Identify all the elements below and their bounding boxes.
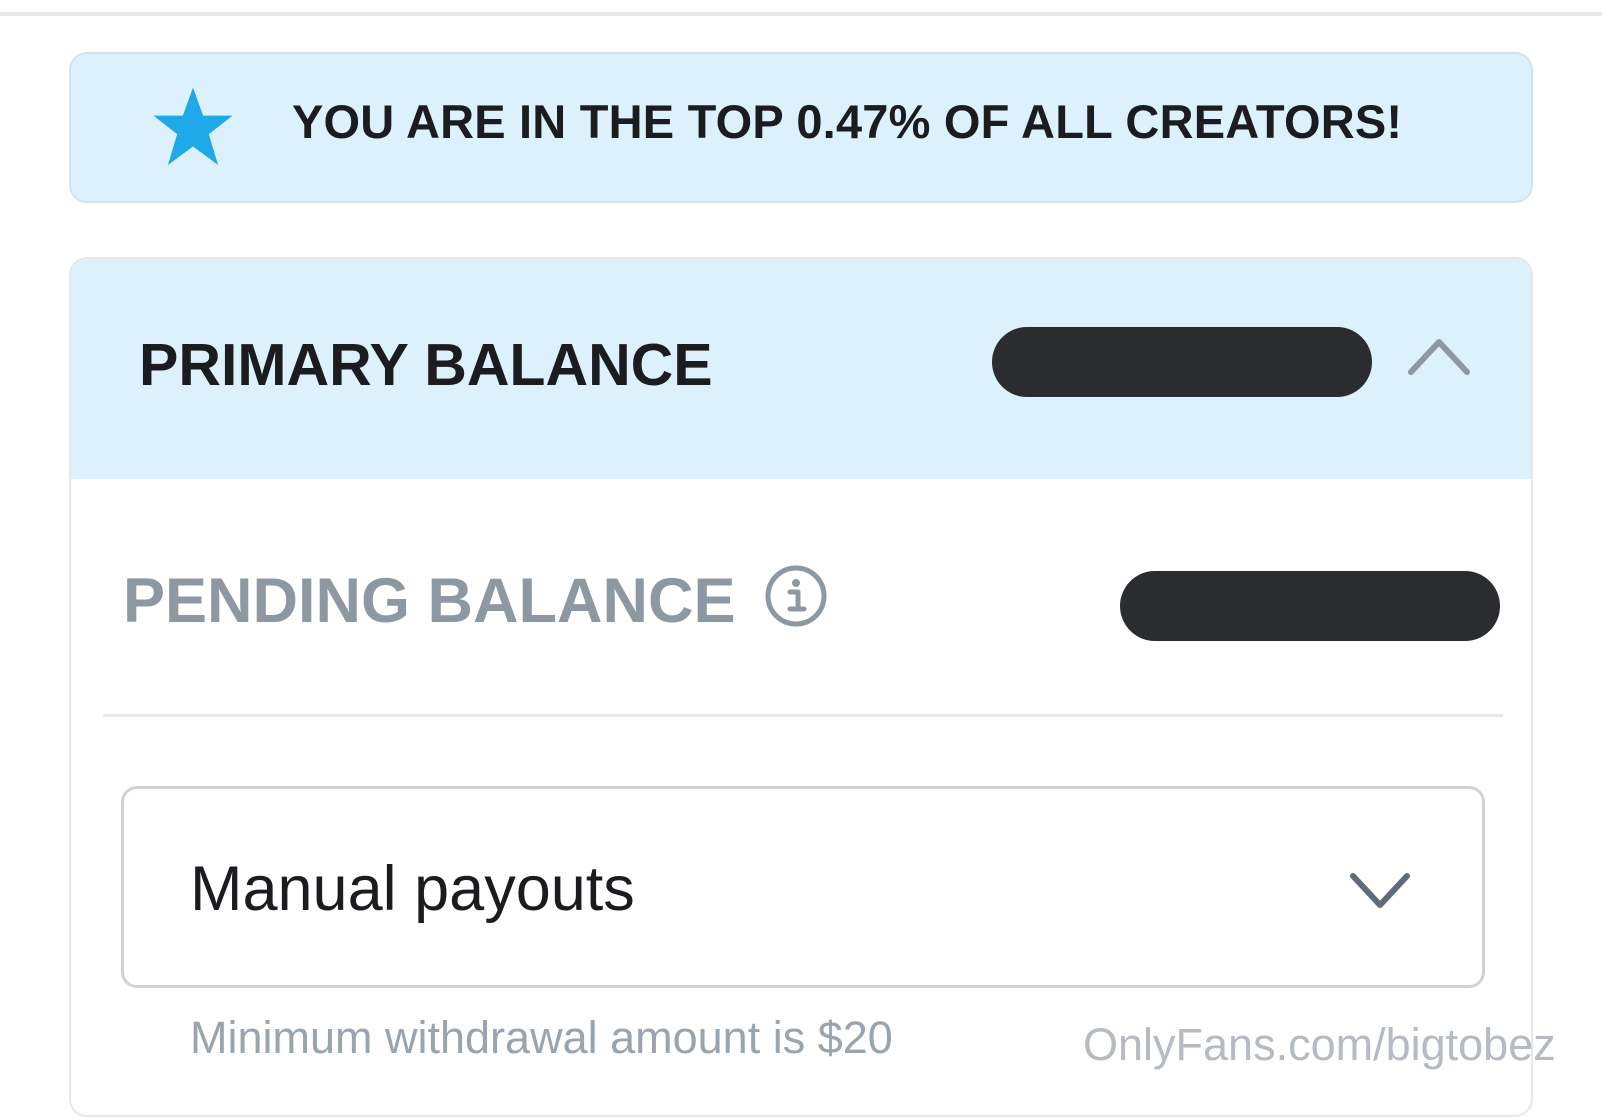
pending-balance-amount-redacted (1120, 571, 1500, 641)
payout-method-value: Manual payouts (190, 854, 635, 924)
rank-banner-text: YOU ARE IN THE TOP 0.47% OF ALL CREATORS… (292, 95, 1403, 148)
minimum-withdrawal-note: Minimum withdrawal amount is $20 (190, 1012, 893, 1063)
primary-balance-label: PRIMARY BALANCE (139, 332, 713, 398)
divider (103, 714, 1503, 717)
watermark: OnlyFans.com/bigtobez (1083, 1019, 1556, 1070)
top-divider (0, 12, 1602, 16)
star-icon (153, 87, 233, 165)
pending-balance-label: PENDING BALANCE (123, 566, 736, 636)
balance-card: PRIMARY BALANCE PENDING BALANCE Manual p… (69, 257, 1533, 1117)
primary-balance-amount-redacted (992, 327, 1372, 397)
rank-banner: YOU ARE IN THE TOP 0.47% OF ALL CREATORS… (69, 52, 1533, 203)
chevron-down-icon (1350, 873, 1410, 908)
chevron-up-icon[interactable] (1406, 335, 1472, 377)
info-icon[interactable] (763, 563, 829, 629)
payout-method-select[interactable]: Manual payouts (121, 786, 1485, 988)
primary-balance-header[interactable]: PRIMARY BALANCE (71, 259, 1531, 479)
